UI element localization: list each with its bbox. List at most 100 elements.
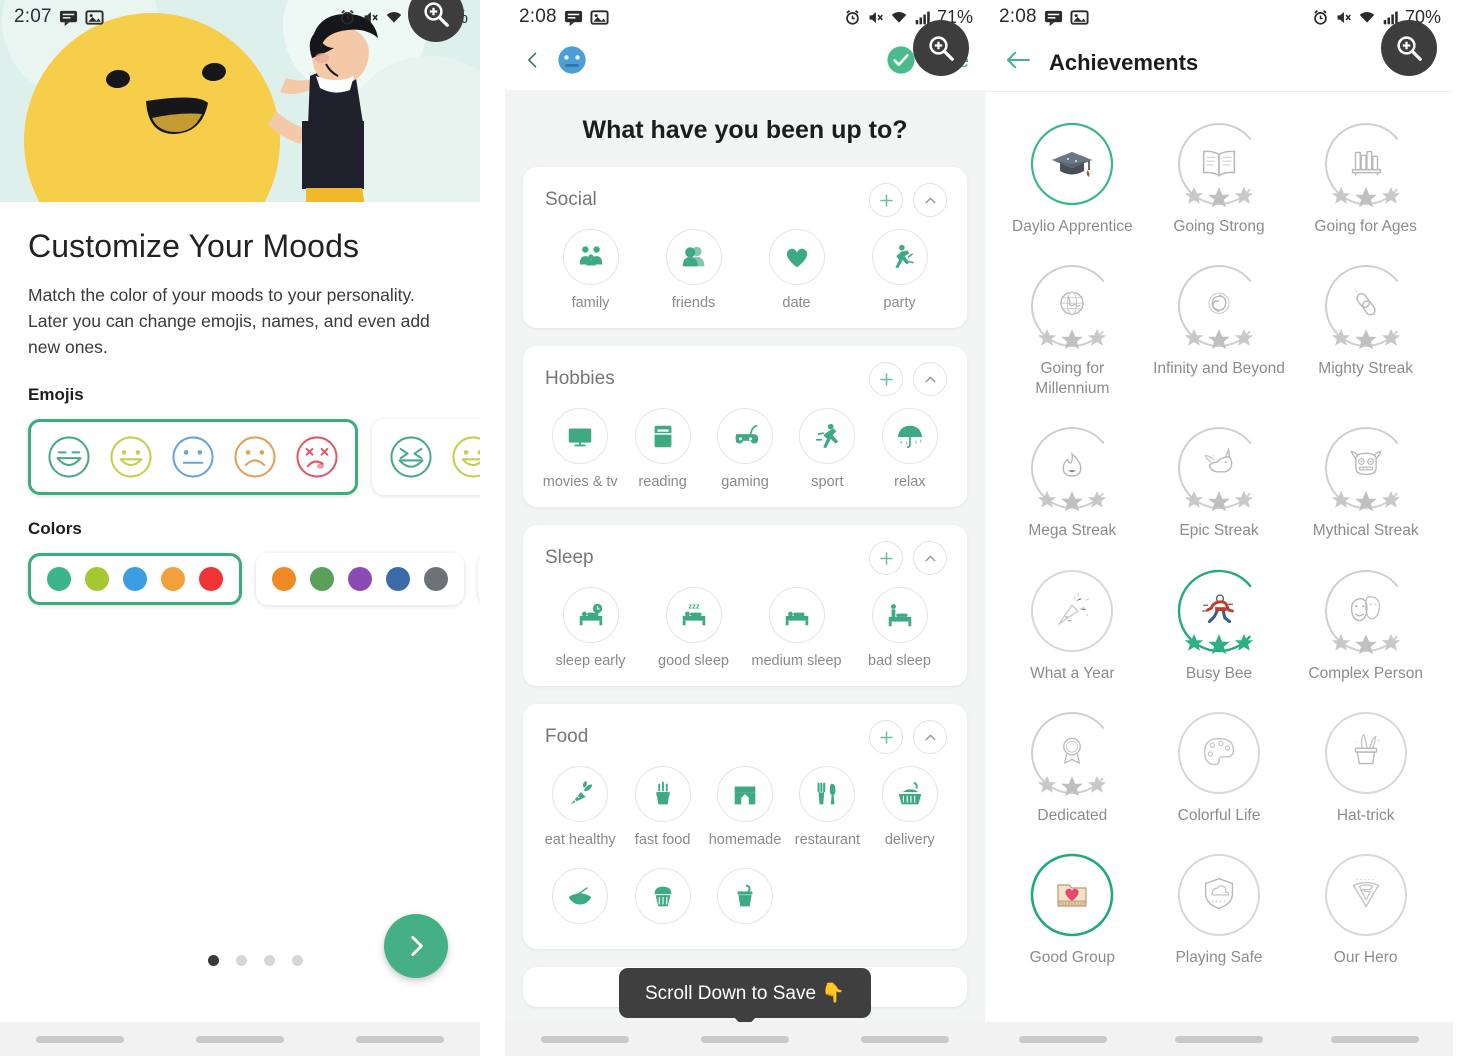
activity-tile[interactable]: movies & tv (539, 408, 621, 491)
color-swatch (424, 566, 448, 591)
status-time: 2:08 (519, 6, 557, 27)
color-set-carousel[interactable] (28, 552, 480, 605)
nav-home-button[interactable] (196, 1035, 284, 1043)
page-dot[interactable] (236, 954, 247, 966)
add-activity-button[interactable] (869, 183, 903, 217)
star-rating (1183, 489, 1255, 515)
nav-back-button[interactable] (356, 1035, 444, 1043)
nav-back-button[interactable] (861, 1035, 949, 1043)
magic-hat-icon (1324, 711, 1408, 795)
plus-icon (879, 193, 893, 207)
wifi-icon (385, 9, 403, 26)
emoji-set-option[interactable] (28, 418, 358, 495)
achievement-item[interactable]: Going Strong (1146, 114, 1293, 252)
achievement-item[interactable]: Hat-trick (1292, 703, 1439, 841)
page-title: Customize Your Moods (28, 228, 360, 264)
emoji-set-carousel[interactable] (28, 418, 480, 495)
activity-tile[interactable] (539, 867, 621, 933)
bed-zzz-icon: zzz (665, 587, 722, 644)
page-dot[interactable] (292, 954, 303, 966)
activity-tile[interactable] (704, 867, 786, 933)
activity-tile[interactable]: reading (621, 408, 703, 491)
achievement-item[interactable]: Going for Millennium (999, 256, 1146, 414)
activity-tile[interactable]: restaurant (786, 766, 868, 849)
nav-recents-button[interactable] (36, 1035, 124, 1043)
achievement-item[interactable]: Mythical Streak (1292, 418, 1439, 556)
activity-tile[interactable] (621, 867, 703, 933)
activity-tile[interactable]: party (848, 229, 951, 312)
activity-tile[interactable]: relax (869, 408, 951, 491)
activity-tile[interactable]: zzz good sleep (642, 587, 745, 670)
achievement-item[interactable]: Going for Ages (1292, 114, 1439, 252)
achievement-item[interactable]: Complex Person (1292, 561, 1439, 699)
back-chevron-icon[interactable] (523, 49, 543, 76)
star-rating (1330, 327, 1402, 353)
activity-label: bad sleep (868, 653, 931, 670)
achievement-item[interactable]: Colorful Life (1146, 703, 1293, 841)
activity-tile[interactable]: fast food (621, 766, 703, 849)
achievement-item[interactable]: What a Year (999, 561, 1146, 699)
color-set-option[interactable] (28, 552, 242, 605)
activity-tile[interactable]: friends (642, 229, 745, 312)
achievement-item[interactable]: Epic Streak (1146, 418, 1293, 556)
back-arrow-icon[interactable] (1005, 49, 1031, 76)
nav-back-button[interactable] (1331, 1035, 1419, 1043)
star-icon (1234, 633, 1254, 651)
achievement-item[interactable]: Busy Bee (1146, 561, 1293, 699)
nav-recents-button[interactable] (541, 1035, 629, 1043)
achievement-item[interactable]: Good Group (999, 845, 1146, 983)
activity-tile[interactable]: sleep early (539, 587, 642, 670)
color-swatch (272, 566, 296, 591)
page-dot[interactable] (264, 954, 275, 966)
activity-tile[interactable]: date (745, 229, 848, 312)
nav-recents-button[interactable] (1019, 1035, 1107, 1043)
add-activity-button[interactable] (869, 720, 903, 755)
activity-tile[interactable]: medium sleep (745, 587, 848, 670)
sad-face-icon (234, 436, 276, 478)
question-title: What have you been up to? (582, 116, 908, 144)
star-icon (1208, 187, 1230, 208)
next-button[interactable] (384, 914, 448, 978)
color-set-option[interactable] (478, 552, 480, 605)
gamepad-icon (717, 408, 774, 465)
achievement-item[interactable]: Dedicated (999, 703, 1146, 841)
emoji-set-option[interactable] (372, 418, 480, 495)
achievement-item[interactable]: Daylio Apprentice (999, 114, 1146, 252)
star-icon (1061, 491, 1084, 512)
neutral-mood-icon[interactable] (555, 43, 589, 82)
mute-icon (1335, 9, 1352, 26)
activity-tile[interactable]: sport (786, 408, 868, 491)
activity-tile[interactable]: gaming (704, 408, 786, 491)
activity-tile[interactable]: family (539, 229, 642, 312)
add-activity-button[interactable] (869, 541, 903, 576)
house-icon (717, 766, 774, 823)
activity-tile[interactable]: bad sleep (848, 587, 951, 670)
zoom-badge-icon[interactable] (913, 20, 969, 76)
collapse-group-button[interactable] (913, 720, 947, 755)
activity-tile[interactable]: eat healthy (539, 766, 621, 849)
laughing-face-icon (390, 436, 432, 478)
collapse-group-button[interactable] (913, 541, 947, 576)
collapse-group-button[interactable] (913, 362, 947, 397)
friends-icon (665, 229, 722, 285)
scroll-down-tooltip: Scroll Down to Save 👇 (618, 968, 872, 1029)
activity-tile[interactable]: homemade (704, 766, 786, 849)
achievement-name: Daylio Apprentice (1012, 218, 1133, 235)
achievement-item[interactable]: Infinity and Beyond (1146, 256, 1293, 414)
achievement-item[interactable]: Our Hero (1292, 845, 1439, 983)
nav-home-button[interactable] (1175, 1035, 1263, 1043)
activity-label: relax (894, 474, 926, 491)
page-dot[interactable] (208, 954, 219, 966)
collapse-group-button[interactable] (913, 183, 947, 217)
add-activity-button[interactable] (869, 362, 903, 397)
star-icon (1234, 186, 1254, 204)
color-set-option[interactable] (256, 552, 464, 605)
achievement-item[interactable]: Mega Streak (999, 418, 1146, 556)
activity-tile[interactable]: delivery (869, 766, 951, 849)
alarm-icon (844, 9, 861, 26)
nav-home-button[interactable] (701, 1035, 789, 1043)
achievement-item[interactable]: Mighty Streak (1292, 256, 1439, 414)
achievement-item[interactable]: Playing Safe (1146, 845, 1293, 983)
zoom-badge-icon[interactable] (1381, 20, 1437, 76)
activity-scroll-area[interactable]: What have you been up to? Social family … (505, 90, 985, 1056)
